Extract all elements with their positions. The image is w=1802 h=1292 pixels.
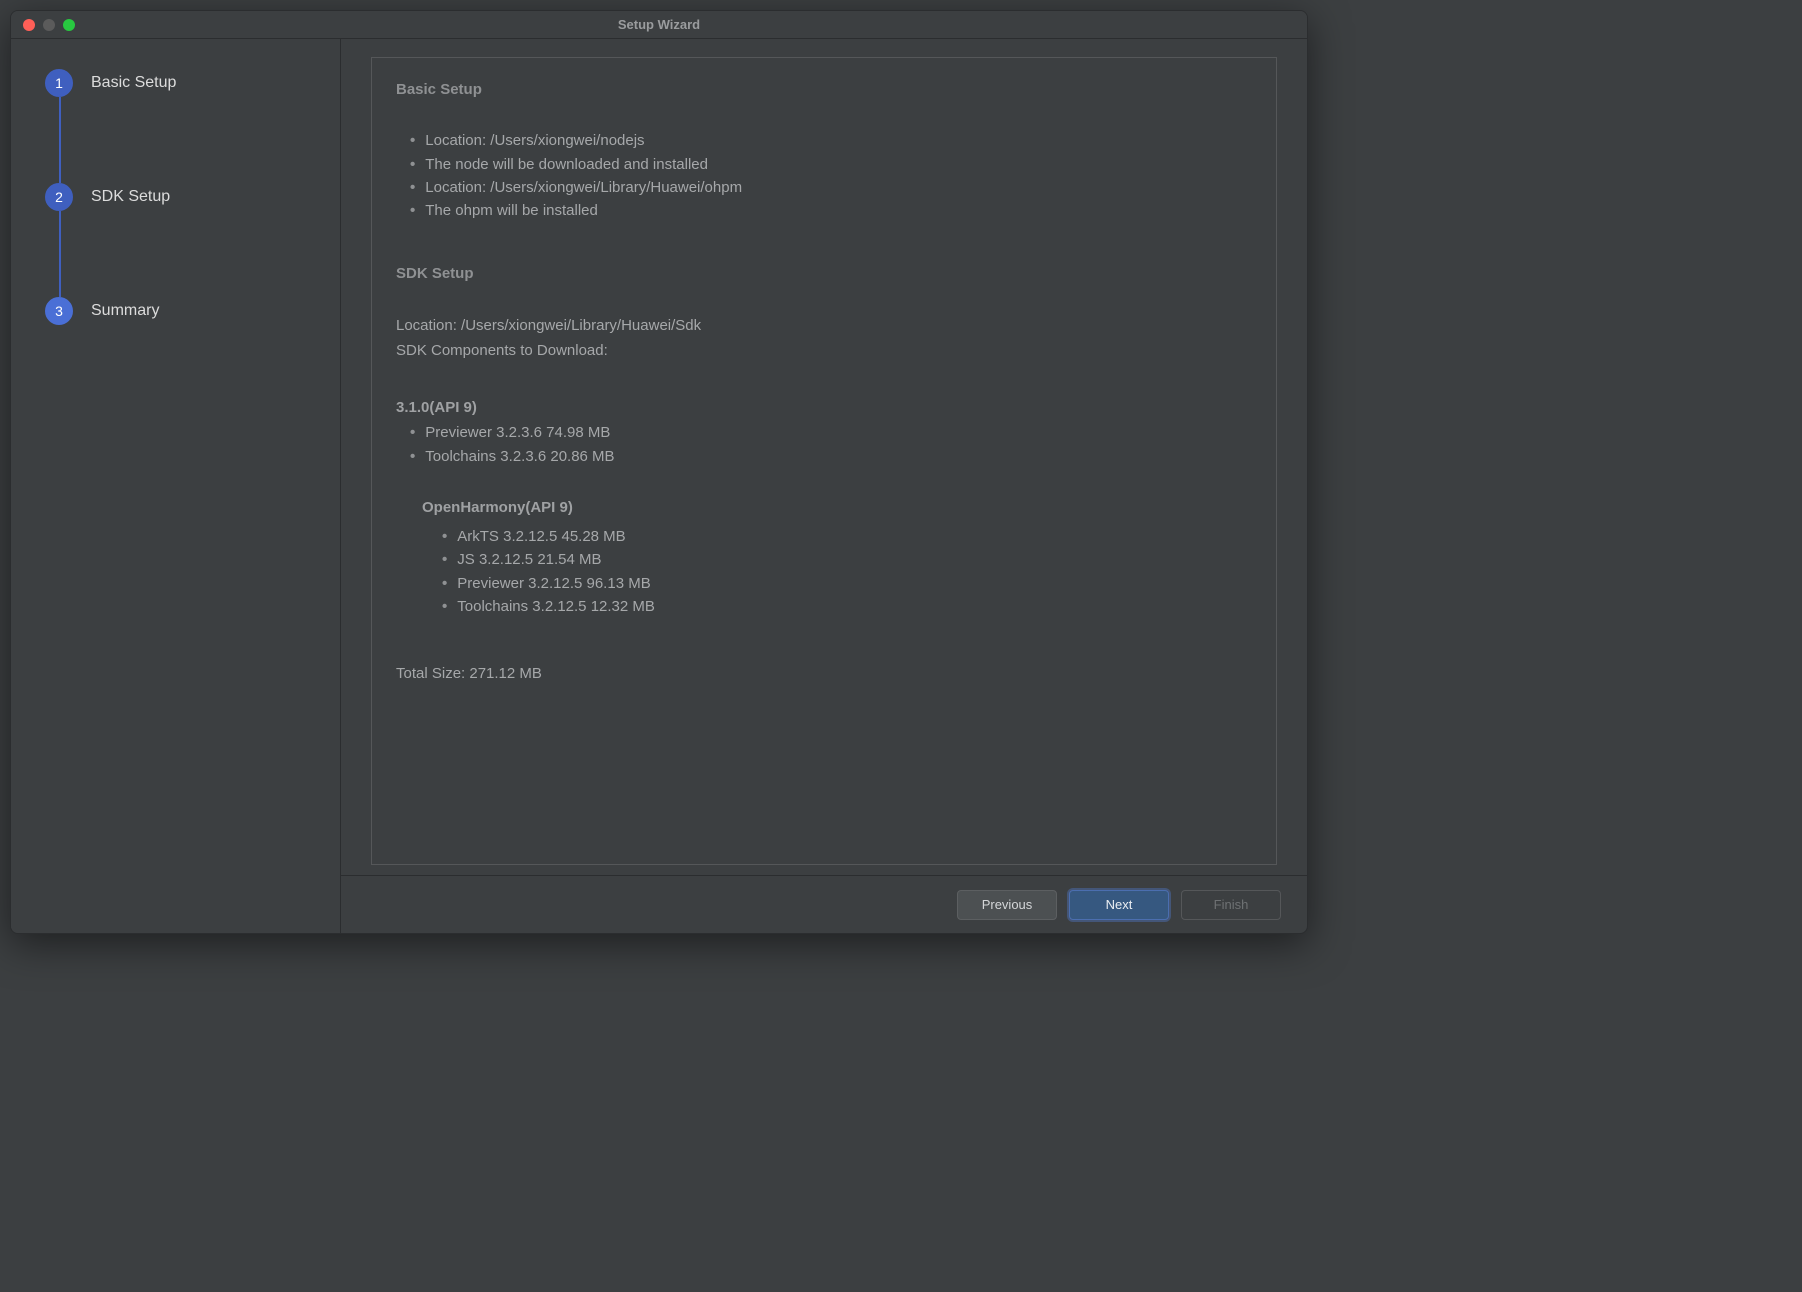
- basic-setup-heading: Basic Setup: [396, 78, 1252, 101]
- step-label: Summary: [91, 302, 159, 320]
- total-size: Total Size: 271.12 MB: [396, 662, 1252, 685]
- sdk-api2-list: ArkTS 3.2.12.5 45.28 MB JS 3.2.12.5 21.5…: [442, 525, 1252, 618]
- step-sdk-setup[interactable]: 2 SDK Setup: [45, 183, 320, 297]
- step-number-icon: 2: [45, 183, 73, 211]
- sdk-setup-heading: SDK Setup: [396, 262, 1252, 285]
- previous-button[interactable]: Previous: [957, 890, 1057, 920]
- wizard-main: Basic Setup Location: /Users/xiongwei/no…: [341, 39, 1307, 933]
- traffic-lights: [11, 19, 75, 31]
- button-label: Finish: [1214, 897, 1249, 912]
- step-label: Basic Setup: [91, 74, 176, 92]
- window-title: Setup Wizard: [11, 17, 1307, 32]
- sdk-api1-list: Previewer 3.2.3.6 74.98 MB Toolchains 3.…: [410, 421, 1252, 468]
- wizard-footer: Previous Next Finish: [341, 875, 1307, 933]
- sdk-component-item: JS 3.2.12.5 21.54 MB: [442, 548, 1252, 571]
- step-summary[interactable]: 3 Summary: [45, 297, 320, 325]
- wizard-steps: 1 Basic Setup 2 SDK Setup 3 Summary: [45, 69, 320, 325]
- summary-panel-wrap: Basic Setup Location: /Users/xiongwei/no…: [341, 39, 1307, 875]
- window-zoom-icon[interactable]: [63, 19, 75, 31]
- window-close-icon[interactable]: [23, 19, 35, 31]
- summary-line: The ohpm will be installed: [410, 199, 1252, 222]
- sdk-component-item: Previewer 3.2.3.6 74.98 MB: [410, 421, 1252, 444]
- step-number-icon: 1: [45, 69, 73, 97]
- sdk-components-label: SDK Components to Download:: [396, 339, 1252, 362]
- sdk-component-item: Toolchains 3.2.12.5 12.32 MB: [442, 595, 1252, 618]
- step-basic-setup[interactable]: 1 Basic Setup: [45, 69, 320, 183]
- step-number-icon: 3: [45, 297, 73, 325]
- titlebar: Setup Wizard: [11, 11, 1307, 39]
- button-label: Next: [1106, 897, 1133, 912]
- sdk-component-item: ArkTS 3.2.12.5 45.28 MB: [442, 525, 1252, 548]
- sdk-api-heading: 3.1.0(API 9): [396, 396, 1252, 419]
- summary-line: The node will be downloaded and installe…: [410, 153, 1252, 176]
- sdk-location: Location: /Users/xiongwei/Library/Huawei…: [396, 314, 1252, 337]
- next-button[interactable]: Next: [1069, 890, 1169, 920]
- finish-button: Finish: [1181, 890, 1281, 920]
- wizard-sidebar: 1 Basic Setup 2 SDK Setup 3 Summary: [11, 39, 341, 933]
- window-body: 1 Basic Setup 2 SDK Setup 3 Summary Basi…: [11, 39, 1307, 933]
- summary-line: Location: /Users/xiongwei/nodejs: [410, 129, 1252, 152]
- window-minimize-icon[interactable]: [43, 19, 55, 31]
- openharmony-block: OpenHarmony(API 9) ArkTS 3.2.12.5 45.28 …: [422, 496, 1252, 618]
- summary-line: Location: /Users/xiongwei/Library/Huawei…: [410, 176, 1252, 199]
- summary-panel: Basic Setup Location: /Users/xiongwei/no…: [371, 57, 1277, 865]
- sdk-component-item: Toolchains 3.2.3.6 20.86 MB: [410, 445, 1252, 468]
- openharmony-heading: OpenHarmony(API 9): [422, 496, 1252, 519]
- basic-setup-list: Location: /Users/xiongwei/nodejs The nod…: [410, 129, 1252, 222]
- step-label: SDK Setup: [91, 188, 170, 206]
- sdk-component-item: Previewer 3.2.12.5 96.13 MB: [442, 572, 1252, 595]
- setup-wizard-window: Setup Wizard 1 Basic Setup 2 SDK Setup 3…: [10, 10, 1308, 934]
- button-label: Previous: [982, 897, 1033, 912]
